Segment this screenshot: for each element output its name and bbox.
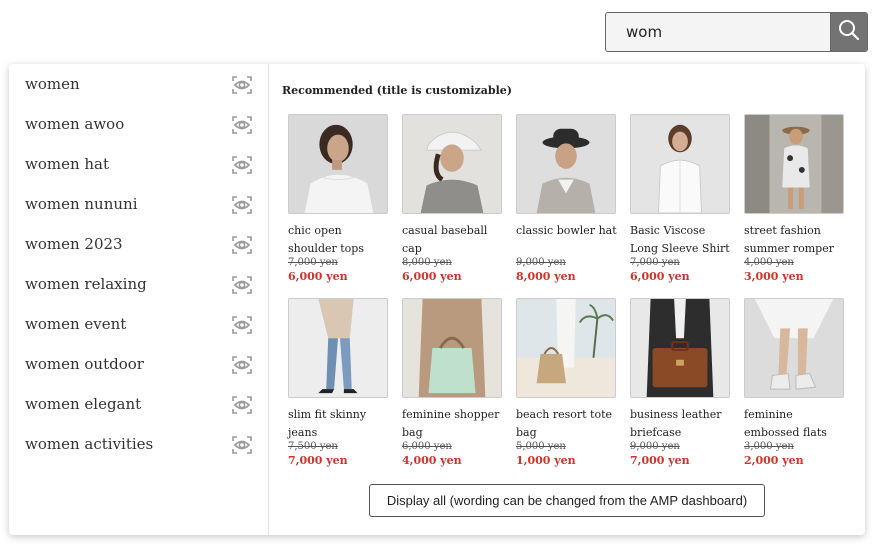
suggestion-label: women awoo — [25, 115, 125, 133]
eye-icon[interactable] — [231, 354, 253, 376]
eye-icon[interactable] — [231, 434, 253, 456]
product-price: 7,000 yen — [288, 454, 348, 467]
product-image[interactable] — [744, 298, 844, 398]
product-price: 2,000 yen — [744, 454, 804, 467]
product-old-price: 9,000 yen — [516, 257, 566, 268]
eye-icon[interactable] — [231, 274, 253, 296]
eye-icon[interactable] — [231, 194, 253, 216]
product-card[interactable]: feminine embossed flats 3,000 yen 2,000 … — [744, 298, 848, 468]
eye-icon[interactable] — [231, 154, 253, 176]
suggestion-label: women elegant — [25, 395, 142, 413]
product-card[interactable]: business leather briefcase 9,000 yen 7,0… — [630, 298, 734, 468]
eye-icon[interactable] — [231, 74, 253, 96]
product-image[interactable] — [288, 298, 388, 398]
recommended-panel: Recommended (title is customizable) chic… — [269, 64, 865, 535]
suggestion-label: women nununi — [25, 195, 138, 213]
product-card[interactable]: classic bowler hat 9,000 yen 8,000 yen — [516, 114, 620, 284]
product-price: 3,000 yen — [744, 270, 804, 283]
suggestion-item[interactable]: women activities — [9, 424, 268, 464]
suggestion-label: women event — [25, 315, 127, 333]
product-old-price: 5,000 yen — [516, 441, 566, 452]
product-name[interactable]: street fashion summer romper — [744, 222, 848, 256]
product-name[interactable]: feminine embossed flats — [744, 406, 848, 440]
product-old-price: 8,000 yen — [402, 257, 452, 268]
product-card[interactable]: chic open shoulder tops 7,000 yen 6,000 … — [288, 114, 392, 284]
product-image[interactable] — [516, 114, 616, 214]
eye-icon[interactable] — [231, 114, 253, 136]
product-old-price: 6,000 yen — [402, 441, 452, 452]
product-card[interactable]: beach resort tote bag 5,000 yen 1,000 ye… — [516, 298, 620, 468]
product-name[interactable]: casual baseball cap — [402, 222, 506, 256]
suggestion-item[interactable]: women awoo — [9, 104, 268, 144]
suggestion-item[interactable]: women — [9, 64, 268, 104]
search-icon — [838, 19, 860, 45]
search-box — [605, 12, 868, 52]
product-card[interactable]: slim fit skinny jeans 7,500 yen 7,000 ye… — [288, 298, 392, 468]
product-price: 8,000 yen — [516, 270, 576, 283]
product-old-price: 4,000 yen — [744, 257, 794, 268]
product-name[interactable]: chic open shoulder tops — [288, 222, 392, 256]
product-name[interactable]: beach resort tote bag — [516, 406, 620, 440]
product-image[interactable] — [630, 114, 730, 214]
product-price: 7,000 yen — [630, 454, 690, 467]
product-image[interactable] — [630, 298, 730, 398]
suggestion-label: women hat — [25, 155, 110, 173]
product-price: 4,000 yen — [402, 454, 462, 467]
search-input[interactable] — [606, 13, 831, 51]
suggestion-item[interactable]: women relaxing — [9, 264, 268, 304]
product-name[interactable]: business leather briefcase — [630, 406, 734, 440]
product-card[interactable]: feminine shopper bag 6,000 yen 4,000 yen — [402, 298, 506, 468]
product-image[interactable] — [516, 298, 616, 398]
product-old-price: 3,000 yen — [744, 441, 794, 452]
product-name[interactable]: feminine shopper bag — [402, 406, 506, 440]
product-old-price: 7,500 yen — [288, 441, 338, 452]
suggestion-label: women — [25, 75, 80, 93]
top-bar — [0, 0, 874, 64]
suggestion-item[interactable]: women 2023 — [9, 224, 268, 264]
suggestion-label: women activities — [25, 435, 154, 453]
product-price: 1,000 yen — [516, 454, 576, 467]
suggestion-item[interactable]: women nununi — [9, 184, 268, 224]
product-image[interactable] — [744, 114, 844, 214]
product-image[interactable] — [402, 298, 502, 398]
product-image[interactable] — [402, 114, 502, 214]
eye-icon[interactable] — [231, 394, 253, 416]
recommended-title: Recommended (title is customizable) — [282, 84, 512, 97]
product-price: 6,000 yen — [288, 270, 348, 283]
search-button[interactable] — [830, 13, 867, 51]
product-price: 6,000 yen — [402, 270, 462, 283]
display-all-button[interactable]: Display all (wording can be changed from… — [369, 484, 765, 517]
suggestion-list: women women awoo women hat women nununi … — [9, 64, 269, 535]
eye-icon[interactable] — [231, 234, 253, 256]
suggestion-item[interactable]: women elegant — [9, 384, 268, 424]
product-card[interactable]: street fashion summer romper 4,000 yen 3… — [744, 114, 848, 284]
product-name[interactable]: slim fit skinny jeans — [288, 406, 392, 440]
suggestion-label: women relaxing — [25, 275, 147, 293]
product-name[interactable]: Basic Viscose Long Sleeve Shirt — [630, 222, 734, 256]
product-card[interactable]: Basic Viscose Long Sleeve Shirt 7,000 ye… — [630, 114, 734, 284]
search-dropdown: women women awoo women hat women nununi … — [9, 64, 865, 535]
product-card[interactable]: casual baseball cap 8,000 yen 6,000 yen — [402, 114, 506, 284]
product-price: 6,000 yen — [630, 270, 690, 283]
suggestion-item[interactable]: women hat — [9, 144, 268, 184]
eye-icon[interactable] — [231, 314, 253, 336]
product-old-price: 7,000 yen — [630, 257, 680, 268]
suggestion-item[interactable]: women outdoor — [9, 344, 268, 384]
product-old-price: 9,000 yen — [630, 441, 680, 452]
suggestion-label: women outdoor — [25, 355, 144, 373]
product-old-price: 7,000 yen — [288, 257, 338, 268]
suggestion-item[interactable]: women event — [9, 304, 268, 344]
product-name[interactable]: classic bowler hat — [516, 222, 620, 256]
product-image[interactable] — [288, 114, 388, 214]
suggestion-label: women 2023 — [25, 235, 123, 253]
